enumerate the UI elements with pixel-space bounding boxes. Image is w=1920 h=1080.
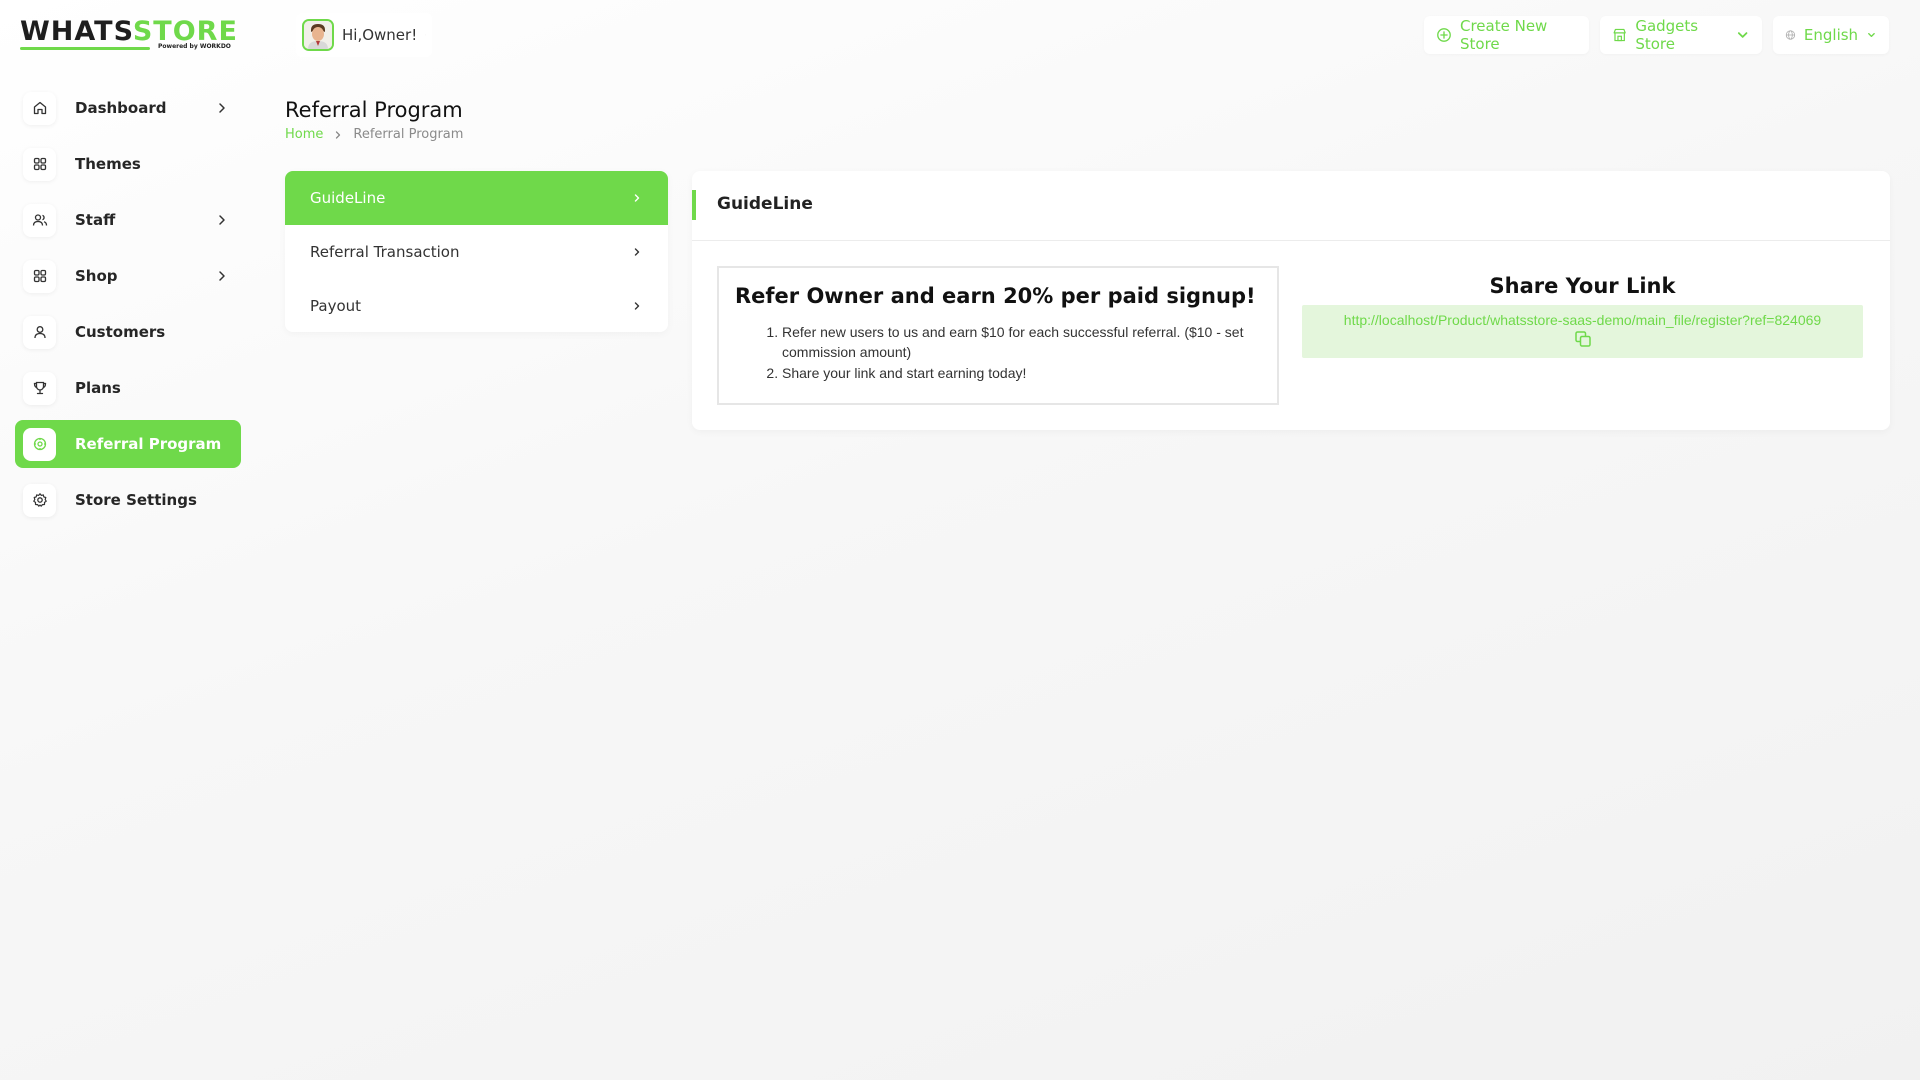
app-logo[interactable]: WHATSSTORE Powered by WORKDO: [20, 16, 237, 56]
refer-heading: Refer Owner and earn 20% per paid signup…: [735, 284, 1256, 308]
breadcrumb-current: Referral Program: [353, 127, 464, 142]
sidebar-item-dashboard[interactable]: Dashboard: [15, 84, 241, 132]
tab-guideline[interactable]: GuideLine: [285, 171, 668, 225]
tab-label: Referral Transaction: [310, 243, 460, 261]
store-icon: [1613, 28, 1626, 42]
refer-steps-list: Refer new users to us and earn $10 for e…: [735, 322, 1261, 383]
tab-referral-transaction[interactable]: Referral Transaction: [285, 225, 668, 279]
sidebar-item-label: Shop: [75, 267, 118, 285]
referral-link[interactable]: http://localhost/Product/whatsstore-saas…: [1302, 312, 1863, 328]
sidebar-item-customers[interactable]: Customers: [15, 308, 241, 356]
chevron-right-icon: [219, 103, 225, 113]
logo-underline: [20, 47, 150, 50]
grid-icon: [23, 147, 56, 181]
sidebar-item-label: Store Settings: [75, 491, 197, 509]
list-item: Refer new users to us and earn $10 for e…: [782, 322, 1261, 362]
chevron-down-icon: [1868, 33, 1875, 37]
tab-label: Payout: [310, 297, 362, 315]
store-selector[interactable]: Gadgets Store: [1600, 16, 1762, 54]
card-title: GuideLine: [717, 194, 813, 214]
language-selector[interactable]: English: [1773, 16, 1889, 54]
trophy-icon: [23, 371, 56, 405]
sidebar-item-plans[interactable]: Plans: [15, 364, 241, 412]
sidebar-item-shop[interactable]: Shop: [15, 252, 241, 300]
card-header: GuideLine: [692, 171, 1890, 241]
list-item: Share your link and start earning today!: [782, 363, 1261, 383]
language-label: English: [1803, 26, 1859, 44]
globe-icon: [1785, 30, 1796, 40]
referral-tabs: GuideLine Referral Transaction Payout: [285, 171, 668, 332]
tab-payout[interactable]: Payout: [285, 279, 668, 332]
sidebar: Dashboard Themes Staff Shop Customers Pl…: [15, 84, 241, 532]
sidebar-item-store-settings[interactable]: Store Settings: [15, 476, 241, 524]
sidebar-item-label: Plans: [75, 379, 121, 397]
tab-label: GuideLine: [310, 189, 386, 207]
share-link-box: http://localhost/Product/whatsstore-saas…: [1302, 305, 1863, 358]
store-name: Gadgets Store: [1635, 17, 1699, 53]
card-header-accent: [692, 190, 696, 220]
refer-info-box: Refer Owner and earn 20% per paid signup…: [717, 266, 1279, 405]
grid-icon: [23, 259, 56, 293]
page-title: Referral Program: [285, 98, 463, 122]
chevron-right-icon: [634, 248, 640, 256]
chevron-right-icon: [219, 271, 225, 281]
chevron-right-icon: [219, 215, 225, 225]
breadcrumb: Home Referral Program: [285, 127, 463, 142]
home-icon: [23, 91, 56, 125]
sidebar-item-label: Customers: [75, 323, 166, 341]
settings-icon: [23, 483, 56, 517]
sidebar-item-referral-program[interactable]: Referral Program: [15, 420, 241, 468]
user-greeting: Hi,Owner!: [342, 26, 418, 44]
user-icon: [23, 315, 56, 349]
share-link-title: Share Your Link: [1489, 274, 1676, 298]
users-icon: [23, 203, 56, 237]
breadcrumb-home-link[interactable]: Home: [285, 127, 323, 142]
chevron-right-icon: [634, 302, 640, 310]
create-new-store-label: Create New Store: [1459, 17, 1548, 53]
chevron-right-icon: [634, 194, 640, 202]
chevron-right-icon: [336, 130, 341, 139]
copy-icon[interactable]: [1573, 329, 1593, 349]
referral-icon: [23, 427, 56, 461]
logo-tagline: Powered by WORKDO: [158, 43, 231, 50]
sidebar-item-staff[interactable]: Staff: [15, 196, 241, 244]
sidebar-item-themes[interactable]: Themes: [15, 140, 241, 188]
sidebar-item-label: Staff: [75, 211, 116, 229]
chevron-down-icon: [425, 34, 426, 36]
guideline-card: GuideLine Refer Owner and earn 20% per p…: [692, 171, 1890, 430]
sidebar-item-label: Themes: [75, 155, 141, 173]
chevron-down-icon: [1737, 32, 1748, 38]
avatar: [302, 19, 334, 51]
sidebar-item-label: Dashboard: [75, 99, 167, 117]
sidebar-item-label: Referral Program: [75, 435, 222, 453]
plus-circle-icon: [1437, 28, 1451, 42]
user-menu-button[interactable]: Hi,Owner!: [296, 13, 432, 57]
create-new-store-button[interactable]: Create New Store: [1424, 16, 1589, 54]
